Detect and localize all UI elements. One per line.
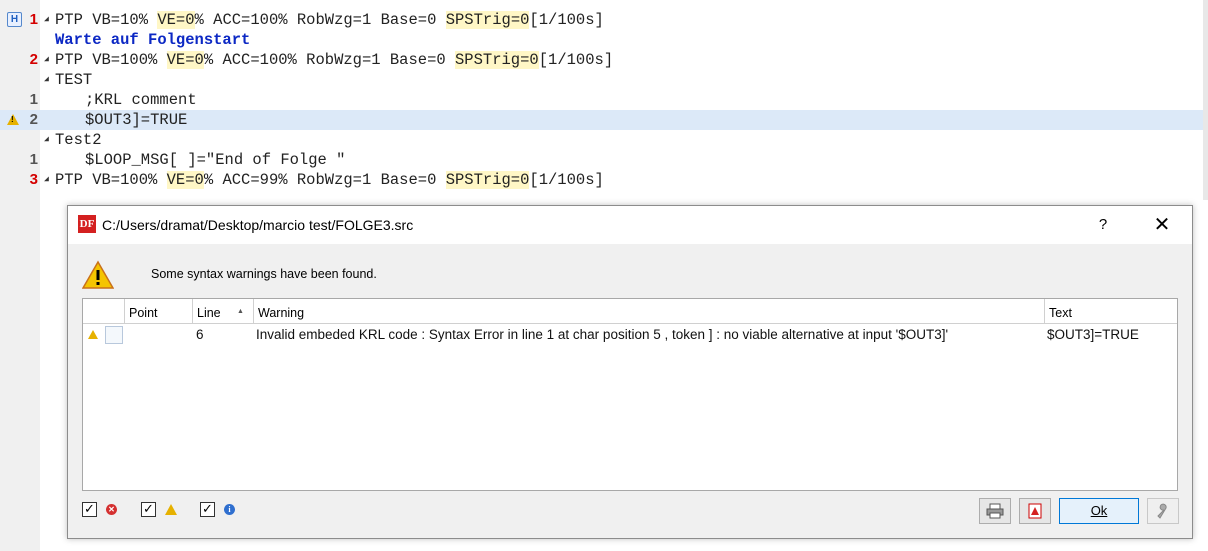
code-token: Test2	[55, 131, 102, 149]
code-token: [1/100s]	[538, 51, 614, 69]
code-text: PTP VB=10% VE=0% ACC=100% RobWzg=1 Base=…	[55, 10, 604, 30]
fold-toggle-icon[interactable]: ◢	[44, 70, 49, 90]
ok-button-label: Ok	[1090, 503, 1108, 518]
line-number: 2	[29, 51, 38, 68]
code-token: $OUT3]=TRUE	[85, 111, 188, 129]
editor-scrollbar[interactable]	[1203, 0, 1208, 200]
code-text: Warte auf Folgenstart	[55, 30, 250, 50]
code-token: PTP VB=10%	[55, 11, 158, 29]
code-line[interactable]: 3 ◢ PTP VB=100% VE=0% ACC=99% RobWzg=1 Bas…	[0, 170, 1208, 190]
code-line[interactable]: 2 $OUT3]=TRUE	[0, 110, 1208, 130]
code-token: SPSTrig=0	[455, 51, 539, 69]
line-warning-icon	[7, 114, 19, 125]
line-number: 1	[29, 151, 38, 168]
code-token: PTP VB=100%	[55, 171, 167, 189]
line-number: 1	[29, 11, 38, 28]
dialog-title: C:/Users/dramat/Desktop/marcio test/FOLG…	[102, 217, 414, 233]
row-line: 6	[196, 327, 204, 342]
code-token: Warte auf Folgenstart	[55, 31, 251, 49]
code-token: TEST	[55, 71, 93, 89]
info-filter-checkbox[interactable]: ✓	[200, 502, 215, 517]
warnings-filter-checkbox[interactable]: ✓	[141, 502, 156, 517]
code-token: VE=0	[157, 11, 195, 29]
warning-large-icon	[82, 260, 114, 289]
fold-toggle-icon[interactable]: ◢	[44, 10, 49, 30]
code-token: VE=0	[166, 51, 204, 69]
code-token: % ACC=100% RobWzg=1 Base=0	[194, 11, 446, 29]
code-token: PTP VB=100%	[55, 51, 167, 69]
column-header-point[interactable]: Point	[124, 299, 192, 323]
column-header-warning[interactable]: Warning	[253, 299, 1044, 323]
settings-button[interactable]	[1147, 498, 1179, 524]
code-text: $OUT3]=TRUE	[85, 110, 187, 130]
code-editor[interactable]: H 1 ◢ PTP VB=10% VE=0% ACC=100% RobWzg=1 B…	[0, 0, 1208, 200]
dialog-titlebar: DF C:/Users/dramat/Desktop/marcio test/F…	[68, 206, 1192, 244]
code-token: SPSTrig=0	[445, 11, 530, 29]
code-line[interactable]: 1 ◢ PTP VB=10% VE=0% ACC=100% RobWzg=1 Bas…	[0, 10, 1208, 30]
code-text: ;KRL comment	[85, 90, 197, 110]
close-button[interactable]: ✕	[1144, 208, 1180, 242]
code-line[interactable]: Warte auf Folgenstart	[0, 30, 1208, 50]
code-token: % ACC=99% RobWzg=1 Base=0	[203, 171, 446, 189]
export-pdf-button[interactable]	[1019, 498, 1051, 524]
code-token: [1/100s]	[529, 171, 604, 189]
code-line[interactable]: 1 $LOOP_MSG[ ]="End of Folge "	[0, 150, 1208, 170]
warning-icon	[88, 330, 98, 339]
fold-toggle-icon[interactable]: ◢	[44, 130, 49, 150]
table-header: Point Line ▲ Warning Text	[83, 299, 1177, 324]
printer-icon	[986, 503, 1004, 519]
code-token: ;KRL comment	[85, 91, 197, 109]
row-warning: Invalid embeded KRL code : Syntax Error …	[256, 327, 949, 342]
code-token: [1/100s]	[529, 11, 604, 29]
app-logo-icon: DF	[78, 215, 96, 233]
sort-ascending-icon: ▲	[237, 308, 244, 315]
column-header-text[interactable]: Text	[1044, 299, 1177, 323]
code-token: VE=0	[166, 171, 204, 189]
wrench-icon	[1157, 503, 1167, 519]
dialog-message: Some syntax warnings have been found.	[151, 267, 377, 281]
warning-icon	[165, 504, 177, 515]
code-text: $LOOP_MSG[ ]="End of Folge "	[85, 150, 345, 170]
errors-filter-checkbox[interactable]: ✓	[82, 502, 97, 517]
code-text: TEST	[55, 70, 92, 90]
fold-toggle-icon[interactable]: ◢	[44, 170, 49, 190]
code-line[interactable]: 2 ◢ PTP VB=100% VE=0% ACC=100% RobWzg=1 Ba…	[0, 50, 1208, 70]
print-button[interactable]	[979, 498, 1011, 524]
row-text: $OUT3]=TRUE	[1047, 327, 1139, 342]
row-point-cell[interactable]	[105, 326, 123, 344]
code-line[interactable]: ◢ TEST	[0, 70, 1208, 90]
fold-toggle-icon[interactable]: ◢	[44, 50, 49, 70]
code-token: SPSTrig=0	[445, 171, 530, 189]
code-line[interactable]: 1 ;KRL comment	[0, 90, 1208, 110]
error-icon: ✕	[106, 504, 117, 515]
line-number: 3	[29, 171, 38, 188]
syntax-warnings-dialog: DF C:/Users/dramat/Desktop/marcio test/F…	[67, 205, 1193, 539]
warnings-table[interactable]: Point Line ▲ Warning Text 6 Invalid embe…	[82, 298, 1178, 491]
code-token: % ACC=100% RobWzg=1 Base=0	[203, 51, 455, 69]
code-text: Test2	[55, 130, 102, 150]
ok-button[interactable]: Ok	[1059, 498, 1139, 524]
code-text: PTP VB=100% VE=0% ACC=100% RobWzg=1 Base…	[55, 50, 613, 70]
line-number: 1	[29, 91, 38, 108]
help-button[interactable]: ?	[1088, 208, 1118, 242]
code-line[interactable]: ◢ Test2	[0, 130, 1208, 150]
info-icon: i	[224, 504, 235, 515]
code-text: PTP VB=100% VE=0% ACC=99% RobWzg=1 Base=…	[55, 170, 604, 190]
table-row[interactable]: 6 Invalid embeded KRL code : Syntax Erro…	[83, 324, 1177, 346]
pdf-icon	[1028, 503, 1042, 519]
code-token: $LOOP_MSG[ ]="End of Folge "	[85, 151, 346, 169]
